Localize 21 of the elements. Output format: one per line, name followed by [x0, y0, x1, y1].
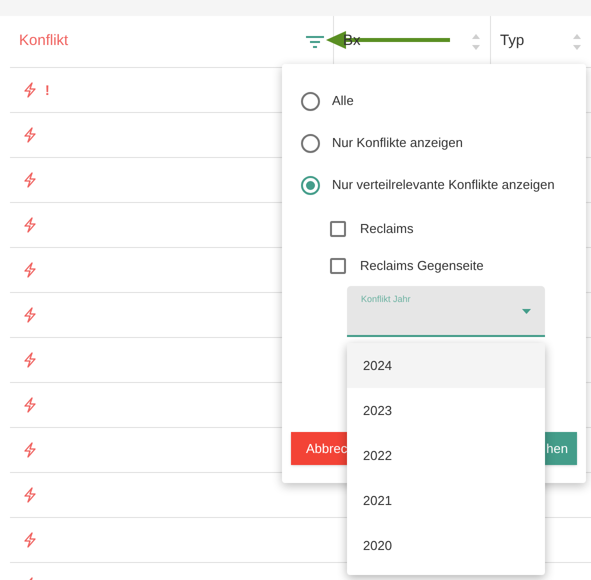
checkbox-label: Reclaims Gegenseite — [360, 256, 484, 275]
radio-button[interactable] — [301, 176, 320, 194]
radio-label: Nur verteilrelevante Konflikte anzeigen — [332, 176, 555, 194]
radio-label: Alle — [332, 92, 354, 110]
year-option[interactable]: 2024 — [347, 343, 545, 388]
checkbox[interactable] — [330, 220, 346, 236]
column-header: Konflikt — [19, 31, 68, 52]
radio-button[interactable] — [301, 134, 320, 152]
year-option[interactable]: 2023 — [347, 388, 545, 433]
select-label: Konflikt Jahr — [361, 293, 411, 306]
dropdown-caret-icon — [522, 309, 531, 314]
year-option[interactable]: 2020 — [347, 523, 545, 568]
column-header: Typ — [500, 31, 524, 52]
radio-button[interactable] — [301, 92, 320, 110]
flag-text: ! — [45, 80, 50, 100]
year-option[interactable]: 2022 — [347, 433, 545, 478]
filter-icon[interactable] — [306, 34, 324, 48]
year-option[interactable]: 2021 — [347, 478, 545, 523]
radio-label: Nur Konflikte anzeigen — [332, 134, 463, 152]
checkbox-label: Reclaims — [360, 220, 414, 238]
checkbox[interactable] — [330, 258, 346, 274]
